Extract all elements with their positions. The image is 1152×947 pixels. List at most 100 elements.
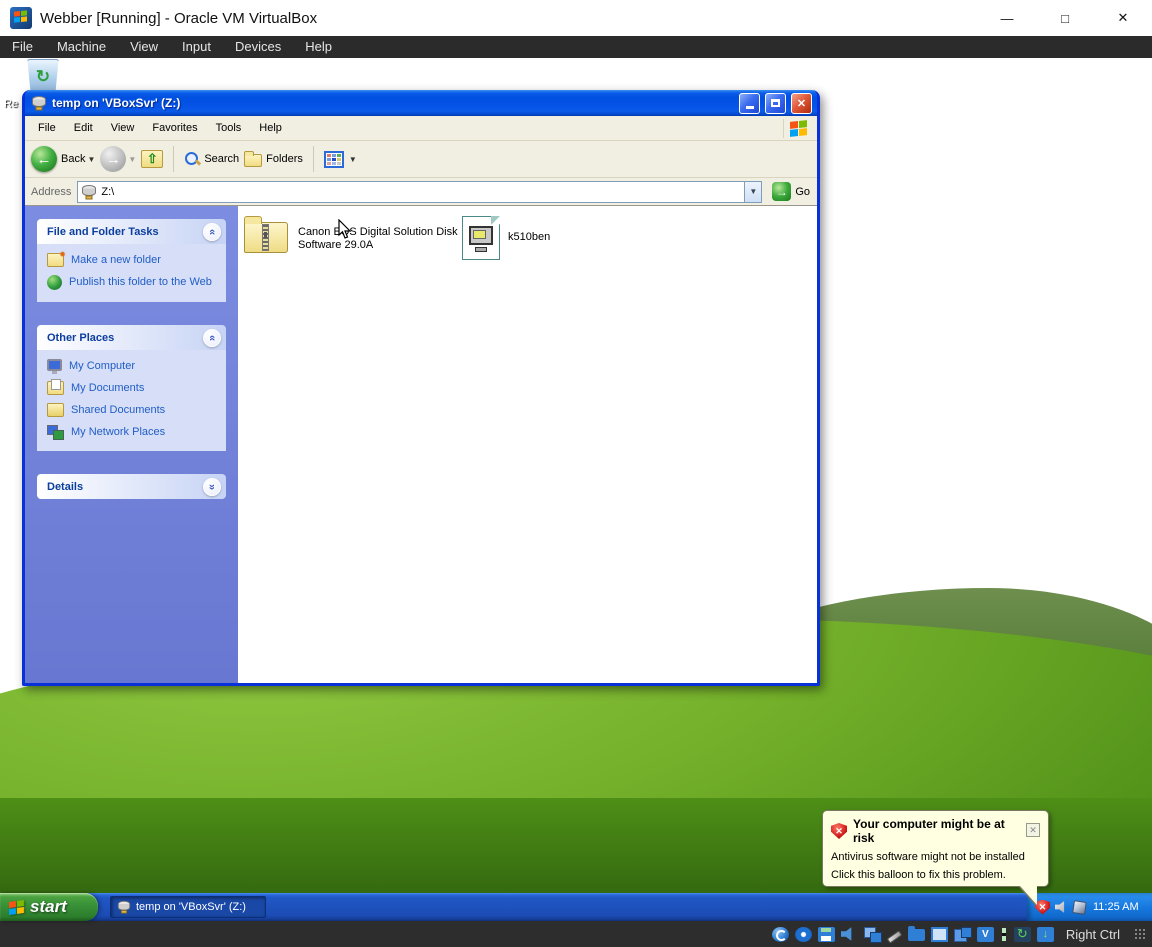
address-label: Address bbox=[31, 186, 71, 198]
floppy-status-icon[interactable] bbox=[818, 927, 835, 942]
vbox-menu-devices[interactable]: Devices bbox=[223, 36, 293, 58]
setup-file-icon bbox=[462, 216, 500, 260]
vbox-guest-tray-icon[interactable] bbox=[1072, 900, 1087, 915]
collapse-chevron-icon[interactable]: « bbox=[203, 329, 221, 347]
display-status-icon[interactable] bbox=[931, 927, 948, 942]
menu-tools[interactable]: Tools bbox=[207, 116, 251, 141]
search-button[interactable]: Search bbox=[184, 151, 239, 167]
system-tray: ✕ 11:25 AM bbox=[1027, 893, 1152, 921]
hard-disk-status-icon[interactable] bbox=[772, 927, 789, 942]
mouse-integration-icon[interactable]: ↻ bbox=[1014, 927, 1031, 942]
vbox-minimize-button[interactable]: — bbox=[978, 0, 1036, 36]
balloon-line1: Antivirus software might not be installe… bbox=[831, 851, 1040, 863]
my-documents-link[interactable]: My Documents bbox=[47, 382, 220, 395]
back-arrow-icon: ← bbox=[31, 146, 57, 172]
minimize-button[interactable] bbox=[739, 93, 760, 114]
other-places-title: Other Places bbox=[47, 332, 114, 344]
explorer-addressbar: Address Z:\ ▼ → Go bbox=[25, 178, 817, 206]
vbox-menu-view[interactable]: View bbox=[118, 36, 170, 58]
explorer-menubar: File Edit View Favorites Tools Help bbox=[25, 116, 817, 141]
security-shield-icon: ✕ bbox=[831, 823, 847, 839]
resize-grip[interactable] bbox=[1134, 928, 1146, 940]
network-drive-icon bbox=[81, 184, 97, 200]
start-button[interactable]: start bbox=[0, 893, 98, 921]
security-alert-tray-icon[interactable]: ✕ bbox=[1035, 900, 1050, 915]
shared-documents-link[interactable]: Shared Documents bbox=[47, 404, 220, 417]
collapse-chevron-icon[interactable]: « bbox=[203, 223, 221, 241]
vbox-menu-help[interactable]: Help bbox=[293, 36, 344, 58]
folders-button[interactable]: Folders bbox=[244, 151, 303, 167]
other-places-panel: Other Places « My Computer My Documents bbox=[37, 325, 226, 451]
address-dropdown-button[interactable]: ▼ bbox=[744, 182, 761, 202]
vbox-menu-file[interactable]: File bbox=[0, 36, 45, 58]
balloon-title: Your computer might be at risk bbox=[853, 817, 1020, 845]
menu-file[interactable]: File bbox=[29, 116, 65, 141]
file-name: Canon EOS Digital Solution Disk Software… bbox=[298, 216, 458, 252]
make-new-folder-link[interactable]: Make a new folder bbox=[47, 254, 220, 267]
network-drive-icon bbox=[31, 95, 47, 111]
menu-view[interactable]: View bbox=[102, 116, 144, 141]
new-folder-icon bbox=[47, 253, 64, 267]
make-new-folder-label: Make a new folder bbox=[71, 254, 161, 267]
file-tasks-panel-header[interactable]: File and Folder Tasks « bbox=[37, 219, 226, 244]
usb-status-icon[interactable] bbox=[886, 930, 902, 944]
vbox-menu-input[interactable]: Input bbox=[170, 36, 223, 58]
my-network-places-link[interactable]: My Network Places bbox=[47, 426, 220, 439]
explorer-window: temp on 'VBoxSvr' (Z:) ✕ File Edit View … bbox=[22, 90, 820, 686]
search-icon bbox=[184, 151, 200, 167]
volume-tray-icon[interactable] bbox=[1055, 901, 1068, 914]
publish-folder-label: Publish this folder to the Web bbox=[69, 276, 212, 289]
expand-chevron-icon[interactable]: « bbox=[203, 478, 221, 496]
vbox-close-button[interactable]: ✕ bbox=[1094, 0, 1152, 36]
menu-edit[interactable]: Edit bbox=[65, 116, 102, 141]
security-balloon[interactable]: ✕ Your computer might be at risk ✕ Antiv… bbox=[822, 810, 1049, 887]
task-label: temp on 'VBoxSvr' (Z:) bbox=[136, 901, 246, 913]
recording-status-icon[interactable] bbox=[954, 927, 971, 942]
close-button[interactable]: ✕ bbox=[791, 93, 812, 114]
address-input[interactable]: Z:\ ▼ bbox=[77, 181, 762, 203]
my-computer-link[interactable]: My Computer bbox=[47, 360, 220, 373]
go-arrow-icon: → bbox=[772, 182, 791, 201]
keyboard-capture-icon[interactable]: ↓ bbox=[1037, 927, 1054, 942]
forward-button[interactable]: → ▼ bbox=[100, 146, 136, 172]
views-icon bbox=[324, 151, 344, 168]
recycle-bin-label: Re bbox=[4, 98, 18, 110]
my-documents-label: My Documents bbox=[71, 382, 144, 395]
publish-folder-link[interactable]: Publish this folder to the Web bbox=[47, 276, 220, 290]
search-label: Search bbox=[204, 153, 239, 165]
explorer-task-pane: File and Folder Tasks « Make a new folde… bbox=[25, 206, 238, 683]
back-dropdown-caret[interactable]: ▼ bbox=[87, 155, 95, 164]
shared-documents-icon bbox=[47, 403, 64, 417]
mouse-cursor bbox=[338, 219, 352, 245]
menu-favorites[interactable]: Favorites bbox=[143, 116, 206, 141]
cloud bbox=[860, 258, 1152, 448]
my-documents-icon bbox=[47, 381, 64, 395]
audio-status-icon[interactable] bbox=[841, 927, 858, 942]
forward-arrow-icon: → bbox=[100, 146, 126, 172]
windows-flag-icon bbox=[9, 899, 24, 914]
back-button[interactable]: ← Back ▼ bbox=[31, 146, 95, 172]
maximize-button[interactable] bbox=[765, 93, 786, 114]
my-network-places-label: My Network Places bbox=[71, 426, 165, 439]
optical-disk-status-icon[interactable] bbox=[795, 927, 812, 942]
explorer-titlebar[interactable]: temp on 'VBoxSvr' (Z:) ✕ bbox=[25, 90, 817, 116]
shared-folders-status-icon[interactable] bbox=[908, 929, 925, 941]
forward-dropdown-caret[interactable]: ▼ bbox=[128, 155, 136, 164]
network-status-icon[interactable] bbox=[864, 927, 881, 942]
taskbar-task-explorer[interactable]: temp on 'VBoxSvr' (Z:) bbox=[110, 896, 266, 918]
go-button[interactable]: → Go bbox=[768, 182, 814, 201]
vbox-maximize-button[interactable]: □ bbox=[1036, 0, 1094, 36]
other-places-panel-header[interactable]: Other Places « bbox=[37, 325, 226, 350]
network-drive-icon bbox=[117, 900, 131, 914]
my-computer-icon bbox=[47, 359, 62, 371]
file-tile-k510ben[interactable]: k510ben bbox=[460, 214, 678, 262]
file-and-folder-tasks-panel: File and Folder Tasks « Make a new folde… bbox=[37, 219, 226, 302]
up-button[interactable]: ⇧ bbox=[141, 150, 163, 168]
features-status-icon[interactable]: V bbox=[977, 927, 994, 942]
my-network-places-icon bbox=[47, 425, 64, 439]
balloon-close-icon[interactable]: ✕ bbox=[1026, 823, 1040, 837]
views-button[interactable]: ▼ bbox=[324, 151, 357, 168]
vbox-menu-machine[interactable]: Machine bbox=[45, 36, 118, 58]
menu-help[interactable]: Help bbox=[250, 116, 291, 141]
details-panel-header[interactable]: Details « bbox=[37, 474, 226, 499]
